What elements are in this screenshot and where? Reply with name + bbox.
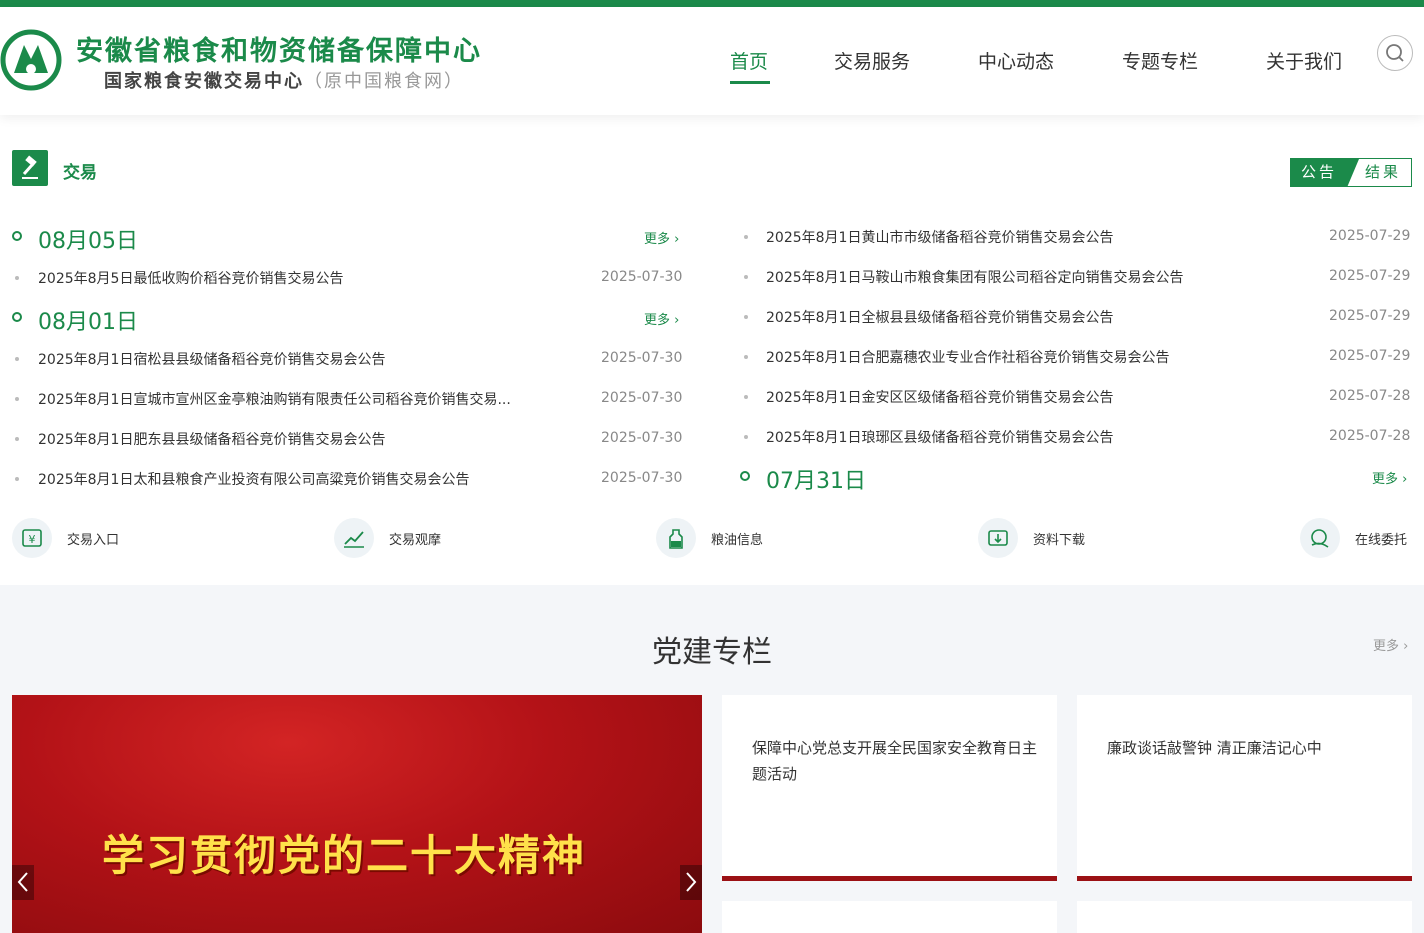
notice-item-date: 2025-07-30 [601, 350, 683, 366]
nav-special-topics[interactable]: 专题专栏 [1122, 47, 1198, 77]
site-subtitle-main: 国家粮食安徽交易中心 [104, 71, 304, 92]
notice-item-date: 2025-07-30 [601, 269, 683, 285]
list-bullet [15, 437, 19, 441]
list-bullet [15, 477, 19, 481]
yen-icon: ¥ [12, 518, 52, 558]
notice-item-date: 2025-07-29 [1329, 228, 1411, 244]
notice-item-title[interactable]: 2025年8月1日全椒县县级储备稻谷竞价销售交易会公告 [766, 307, 1113, 327]
notice-item-date: 2025-07-30 [601, 470, 683, 486]
notice-item-date: 2025-07-29 [1329, 268, 1411, 284]
notice-item-date: 2025-07-30 [601, 430, 683, 446]
top-accent-bar [0, 0, 1424, 7]
party-news-card[interactable]: 保障中心党总支开展全民国家安全教育日主题活动 [722, 695, 1057, 881]
site-subtitle-former-name: （原中国粮食网） [304, 71, 464, 92]
quick-link-label: 粮油信息 [711, 533, 764, 548]
site-title: 安徽省粮食和物资储备保障中心 [76, 36, 482, 67]
notice-item-title[interactable]: 2025年8月1日宣城市宣州区金亭粮油购销有限责任公司稻谷竞价销售交易... [38, 389, 511, 409]
notice-item-title[interactable]: 2025年8月1日肥东县县级储备稻谷竞价销售交易会公告 [38, 429, 385, 449]
carousel-prev-button[interactable] [12, 865, 34, 900]
party-more-label: 更多 [1373, 639, 1400, 654]
notice-item-title[interactable]: 2025年8月1日宿松县县级储备稻谷竞价销售交易会公告 [38, 349, 385, 369]
notice-item-title[interactable]: 2025年8月1日马鞍山市粮食集团有限公司稻谷定向销售交易会公告 [766, 267, 1183, 287]
chevron-right-icon [686, 872, 697, 892]
site-subtitle: 国家粮食安徽交易中心（原中国粮食网） [104, 67, 464, 93]
gavel-icon [12, 150, 48, 186]
handshake-icon [1300, 518, 1340, 558]
chevron-left-icon [17, 872, 28, 892]
site-logo[interactable] [0, 29, 62, 91]
notice-item-date: 2025-07-30 [601, 390, 683, 406]
list-bullet [15, 357, 19, 361]
party-news-title: 廉政谈话敲警钟 清正廉洁记心中 [1107, 739, 1322, 757]
oil-bottle-icon [656, 518, 696, 558]
party-news-card[interactable] [722, 901, 1057, 933]
date-group-heading: 08月01日 [38, 310, 138, 335]
quick-link-label: 资料下载 [1033, 533, 1086, 548]
nav-home[interactable]: 首页 [730, 47, 768, 77]
more-link-label: 更多 [644, 313, 671, 328]
timeline-ring [740, 471, 750, 481]
nav-trade-service[interactable]: 交易服务 [834, 47, 910, 77]
notice-item-title[interactable]: 2025年8月5日最低收购价稻谷竞价销售交易公告 [38, 268, 343, 288]
date-group-heading: 07月31日 [766, 469, 866, 494]
notice-item-date: 2025-07-29 [1329, 348, 1411, 364]
svg-text:¥: ¥ [29, 533, 36, 546]
party-banner-carousel[interactable]: 学习贯彻党的二十大精神 [12, 695, 702, 933]
list-bullet [744, 275, 748, 279]
carousel-next-button[interactable] [680, 865, 702, 900]
trend-chart-icon [334, 518, 374, 558]
tab-notice[interactable]: 公告 [1291, 159, 1359, 186]
list-bullet [744, 395, 748, 399]
list-bullet [744, 315, 748, 319]
notice-result-tabs: 公告 结果 [1290, 158, 1412, 187]
date-group-heading: 08月05日 [38, 229, 138, 254]
site-header: 安徽省粮食和物资储备保障中心 国家粮食安徽交易中心（原中国粮食网） 首页 交易服… [0, 7, 1424, 115]
notice-item-date: 2025-07-28 [1329, 388, 1411, 404]
nav-center-news[interactable]: 中心动态 [978, 47, 1054, 77]
banner-slogan: 学习贯彻党的二十大精神 [102, 831, 587, 880]
tab-result[interactable]: 结果 [1365, 159, 1401, 186]
nav-active-underline [730, 81, 770, 84]
more-link[interactable]: 更多 › [1372, 468, 1407, 487]
quick-link-label: 交易观摩 [389, 533, 442, 548]
notice-item-title[interactable]: 2025年8月1日太和县粮食产业投资有限公司高粱竞价销售交易会公告 [38, 469, 469, 489]
timeline-ring [12, 312, 22, 322]
search-button[interactable] [1377, 35, 1413, 71]
notice-item-title[interactable]: 2025年8月1日合肥嘉穗农业专业合作社稻谷竞价销售交易会公告 [766, 347, 1169, 367]
more-link[interactable]: 更多 › [644, 228, 679, 247]
list-bullet [744, 235, 748, 239]
more-link-label: 更多 [644, 232, 671, 247]
party-news-title: 保障中心党总支开展全民国家安全教育日主题活动 [752, 739, 1038, 783]
party-news-card[interactable]: 廉政谈话敲警钟 清正廉洁记心中 [1077, 695, 1412, 881]
list-bullet [15, 276, 19, 280]
nav-about-us[interactable]: 关于我们 [1266, 47, 1342, 77]
list-bullet [15, 397, 19, 401]
notice-item-date: 2025-07-29 [1329, 308, 1411, 324]
notice-item-title[interactable]: 2025年8月1日琅琊区县级储备稻谷竞价销售交易会公告 [766, 427, 1113, 447]
list-bullet [744, 355, 748, 359]
notice-item-title[interactable]: 2025年8月1日黄山市市级储备稻谷竞价销售交易会公告 [766, 227, 1113, 247]
download-icon [978, 518, 1018, 558]
party-section-title: 党建专栏 [652, 635, 772, 670]
list-bullet [744, 435, 748, 439]
notice-item-date: 2025-07-28 [1329, 428, 1411, 444]
notice-item-title[interactable]: 2025年8月1日金安区区级储备稻谷竞价销售交易会公告 [766, 387, 1113, 407]
more-link-label: 更多 [1372, 472, 1399, 487]
quick-link-label: 在线委托 [1355, 533, 1408, 548]
more-link[interactable]: 更多 › [644, 309, 679, 328]
section-title-trade: 交易 [63, 163, 97, 183]
timeline-ring [12, 231, 22, 241]
party-more-link[interactable]: 更多 › [1373, 635, 1408, 654]
party-news-card[interactable] [1077, 901, 1412, 933]
search-icon [1386, 44, 1404, 62]
quick-link-label: 交易入口 [67, 533, 120, 548]
